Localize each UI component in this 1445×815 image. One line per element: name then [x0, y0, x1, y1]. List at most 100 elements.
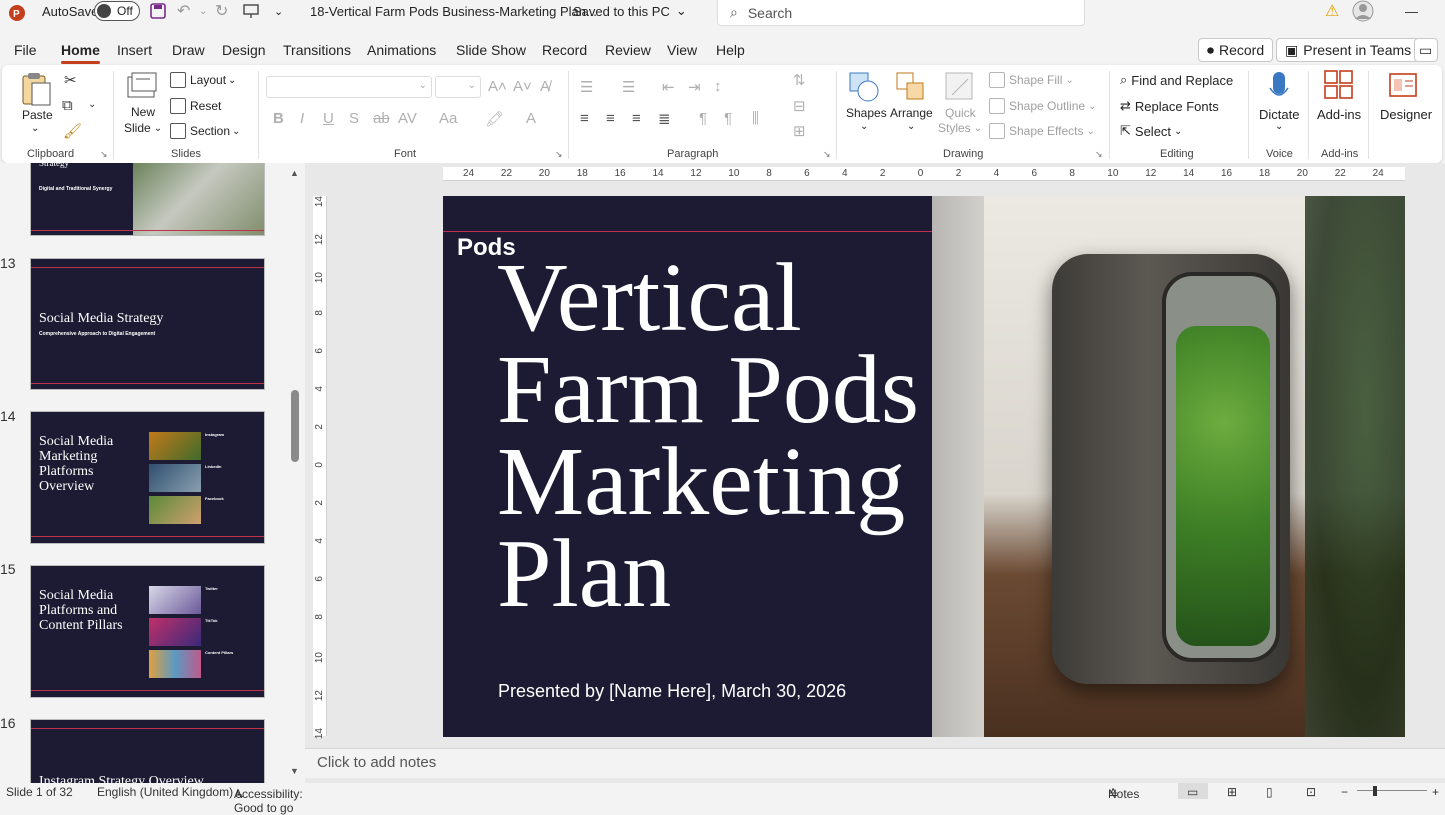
designer-icon[interactable]: [1388, 70, 1418, 103]
tab-home[interactable]: Home: [61, 42, 100, 64]
highlight-color-icon[interactable]: 🖍: [485, 110, 504, 128]
shape-outline-button[interactable]: Shape Outline ⌄: [989, 98, 1096, 114]
dictate-dropdown-icon[interactable]: ⌄: [1275, 121, 1283, 132]
tab-record[interactable]: Record: [542, 42, 587, 58]
shapes-button[interactable]: Shapes: [846, 106, 887, 120]
zoom-slider-thumb[interactable]: [1373, 786, 1377, 796]
italic-icon[interactable]: I: [300, 110, 304, 127]
tab-slide-show[interactable]: Slide Show: [456, 42, 526, 58]
strikethrough-icon[interactable]: ab: [373, 110, 390, 127]
designer-button[interactable]: Designer: [1380, 107, 1432, 122]
tab-review[interactable]: Review: [605, 42, 651, 58]
current-slide[interactable]: Pods Vertical Farm Pods Marketing Plan P…: [443, 196, 1405, 737]
paste-button[interactable]: Paste: [22, 108, 53, 122]
line-spacing-icon[interactable]: ↕: [714, 78, 722, 95]
undo-icon[interactable]: ↶: [177, 0, 190, 22]
dictate-button[interactable]: Dictate: [1259, 107, 1299, 122]
section-button[interactable]: Section ⌄: [170, 123, 240, 139]
new-slide-button-line2[interactable]: Slide ⌄: [124, 121, 162, 135]
slide-title[interactable]: Vertical Farm Pods Marketing Plan: [497, 249, 937, 623]
reading-view-icon[interactable]: ▯: [1266, 785, 1273, 799]
font-size-select[interactable]: ⌄: [435, 76, 481, 98]
new-slide-button[interactable]: New: [131, 105, 155, 119]
tab-file[interactable]: File: [14, 42, 37, 58]
format-painter-icon[interactable]: 🖌: [63, 122, 82, 140]
find-replace-button[interactable]: ⌕ Find and Replace: [1120, 72, 1233, 88]
scroll-up-icon[interactable]: ▲: [290, 168, 299, 178]
thumbnail-scrollbar[interactable]: ▲ ▼: [290, 168, 300, 778]
customize-toolbar-icon[interactable]: ⌄: [274, 0, 283, 22]
rtl-icon[interactable]: ¶: [724, 110, 732, 127]
quick-styles-icon[interactable]: [944, 71, 976, 106]
undo-dropdown-icon[interactable]: ⌄: [199, 0, 207, 22]
increase-font-size-icon[interactable]: A˄: [488, 78, 507, 95]
justify-icon[interactable]: ≣: [658, 110, 671, 128]
present-from-start-icon[interactable]: [243, 0, 259, 22]
bold-icon[interactable]: B: [273, 110, 284, 127]
bullets-icon[interactable]: ☰: [580, 78, 593, 96]
slide-thumbnail[interactable]: Social Media Platforms and Content Pilla…: [30, 565, 265, 698]
record-button[interactable]: ⏺ Record: [1198, 38, 1274, 62]
change-case-icon[interactable]: Aa: [439, 110, 457, 127]
decrease-font-size-icon[interactable]: A˅: [513, 78, 532, 95]
slide-thumbnail[interactable]: Social Media Strategy Comprehensive Appr…: [30, 258, 265, 390]
font-launcher-icon[interactable]: ↘: [555, 149, 563, 160]
avatar[interactable]: [1352, 0, 1374, 22]
tab-transitions[interactable]: Transitions: [283, 42, 351, 58]
tab-view[interactable]: View: [667, 42, 697, 58]
warning-icon[interactable]: ⚠: [1325, 0, 1339, 22]
cut-icon[interactable]: ✂: [64, 71, 77, 89]
align-center-icon[interactable]: ≡: [606, 110, 615, 127]
comments-button[interactable]: ▭: [1414, 38, 1438, 62]
quick-styles-button[interactable]: Quick: [945, 106, 976, 120]
tab-animations[interactable]: Animations: [367, 42, 436, 58]
character-spacing-icon[interactable]: AV: [398, 110, 417, 127]
drawing-launcher-icon[interactable]: ↘: [1095, 149, 1103, 160]
shapes-dropdown-icon[interactable]: ⌄: [860, 121, 868, 132]
zoom-in-icon[interactable]: +: [1432, 785, 1439, 799]
layout-button[interactable]: Layout ⌄: [170, 72, 236, 88]
zoom-slider-track[interactable]: [1357, 790, 1427, 791]
smartart-icon[interactable]: ⊞: [793, 122, 806, 140]
tab-draw[interactable]: Draw: [172, 42, 205, 58]
copy-icon[interactable]: ⧉: [62, 97, 73, 114]
slide-thumbnail[interactable]: Social Media Marketing Platforms Overvie…: [30, 411, 265, 544]
ltr-icon[interactable]: ¶: [699, 110, 707, 127]
numbering-icon[interactable]: ☰: [622, 78, 635, 96]
paste-icon[interactable]: [20, 71, 54, 110]
shape-effects-button[interactable]: Shape Effects ⌄: [989, 123, 1095, 139]
decrease-indent-icon[interactable]: ⇤: [662, 78, 675, 96]
paragraph-launcher-icon[interactable]: ↘: [823, 149, 831, 160]
arrange-icon[interactable]: [895, 71, 927, 106]
copy-dropdown-icon[interactable]: ⌄: [88, 99, 96, 110]
shape-fill-button[interactable]: Shape Fill ⌄: [989, 72, 1074, 88]
tab-design[interactable]: Design: [222, 42, 266, 58]
zoom-out-icon[interactable]: −: [1341, 785, 1348, 799]
arrange-dropdown-icon[interactable]: ⌄: [907, 121, 915, 132]
autosave-toggle[interactable]: Off: [94, 0, 140, 22]
clipboard-launcher-icon[interactable]: ↘: [100, 149, 108, 160]
underline-icon[interactable]: U: [323, 110, 334, 127]
replace-fonts-button[interactable]: ⇄ Replace Fonts: [1120, 98, 1219, 114]
align-left-icon[interactable]: ≡: [580, 110, 589, 127]
minimize-icon[interactable]: —: [1405, 0, 1418, 22]
shapes-icon[interactable]: [848, 71, 880, 106]
text-shadow-icon[interactable]: S: [349, 110, 359, 127]
arrange-button[interactable]: Arrange: [890, 106, 933, 120]
slide-presenter-text[interactable]: Presented by [Name Here], March 30, 2026: [498, 681, 846, 702]
font-color-icon[interactable]: A: [526, 110, 536, 127]
align-text-icon[interactable]: ⊟: [793, 97, 806, 115]
add-ins-button[interactable]: Add-ins: [1317, 107, 1361, 122]
tab-insert[interactable]: Insert: [117, 42, 152, 58]
microphone-icon[interactable]: [1268, 70, 1290, 107]
present-in-teams-button[interactable]: ▣ Present in Teams: [1276, 38, 1421, 62]
save-status[interactable]: Saved to this PC ⌄: [573, 0, 687, 22]
vertical-farm-pod-photo[interactable]: [932, 196, 1405, 737]
tab-help[interactable]: Help: [716, 42, 745, 58]
new-slide-icon[interactable]: [126, 71, 158, 104]
align-right-icon[interactable]: ≡: [632, 110, 641, 127]
slide-thumbnail[interactable]: Strategy Digital and Traditional Synergy: [30, 163, 265, 236]
scrollbar-thumb[interactable]: [291, 390, 299, 462]
clear-formatting-icon[interactable]: A̸: [540, 78, 550, 95]
select-button[interactable]: ⇱ Select ⌄: [1120, 123, 1182, 139]
